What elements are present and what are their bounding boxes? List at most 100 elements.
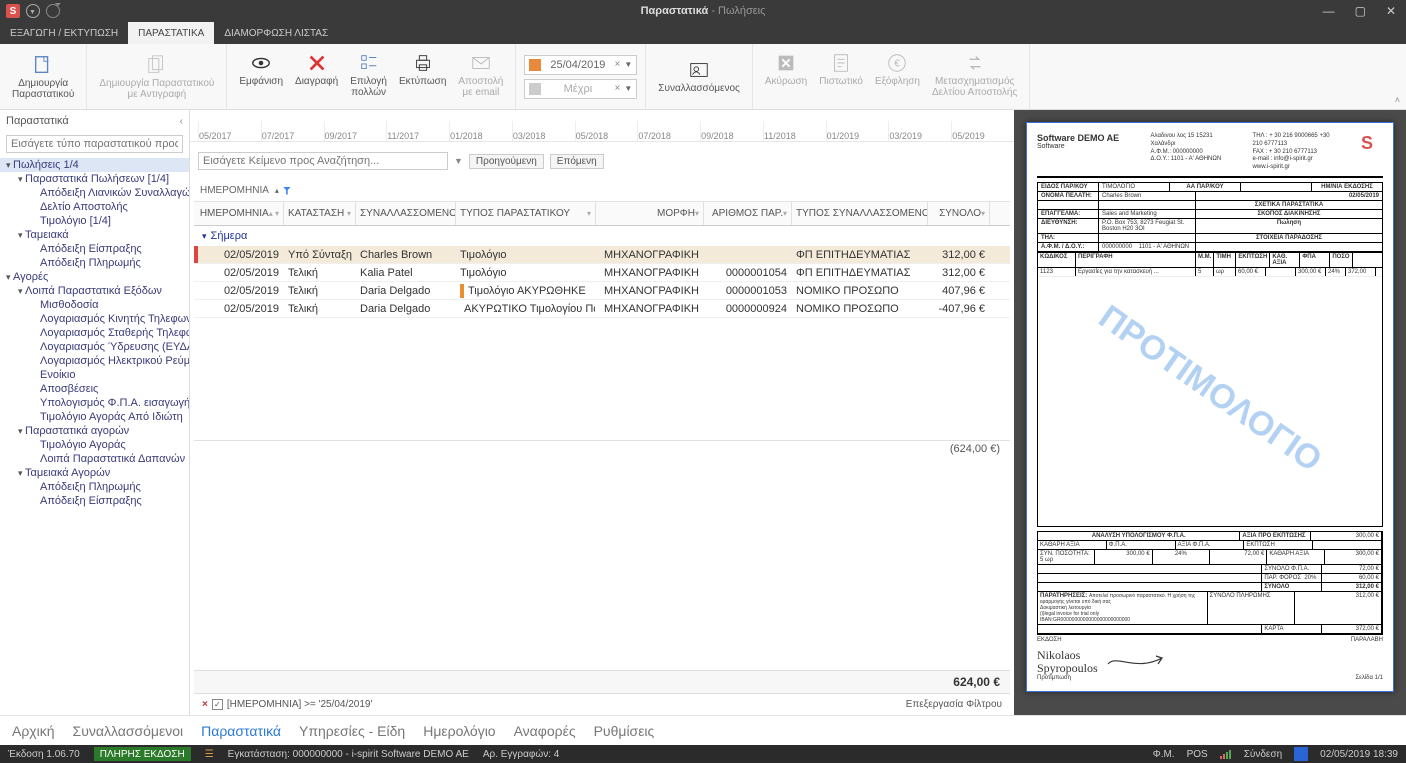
calendar-icon (529, 59, 541, 71)
table-row[interactable]: 02/05/2019ΤελικήDaria DelgadoΤιμολόγιο Α… (194, 282, 1010, 300)
language-icon[interactable] (26, 4, 40, 18)
print-button[interactable]: Εκτύπωση (395, 50, 450, 89)
tree-leaf[interactable]: Λογαριασμός Σταθερής Τηλεφωνίας (0, 326, 189, 340)
col-date[interactable]: ΗΜΕΡΟΜΗΝΙΑ▴ ▾ (198, 202, 284, 225)
person-card-icon (688, 59, 710, 81)
table-row[interactable]: 02/05/2019ΤελικήDaria DelgadoΑΚΥΡΩΤΙΚΟ Τ… (194, 300, 1010, 318)
date-to-input[interactable]: Μέχρι×▼ (524, 79, 637, 99)
tree-leaf[interactable]: Τιμολόγιο Αγοράς Από Ιδιώτη (0, 410, 189, 424)
tree-node-purch-cash[interactable]: Ταμειακά Αγορών (0, 466, 189, 480)
tree-node-sales[interactable]: Πωλήσεις 1/4 (0, 158, 189, 172)
col-party[interactable]: ΣΥΝΑΛΛΑΣΣΟΜΕΝΟΣ▾ (356, 202, 456, 225)
notification-icon[interactable] (1294, 747, 1308, 761)
fm-label[interactable]: Φ.Μ. (1153, 749, 1175, 760)
cancel-button[interactable]: Ακύρωση (761, 50, 811, 89)
tree-leaf[interactable]: Αποσβέσεις (0, 382, 189, 396)
email-icon (470, 52, 492, 74)
nav-parties[interactable]: Συναλλασσόμενοι (73, 723, 184, 739)
edit-filter-link[interactable]: Επεξεργασία Φίλτρου (906, 699, 1002, 710)
tree-leaf-invoice[interactable]: Τιμολόγιο [1/4] (0, 214, 189, 228)
tree-leaf-retail[interactable]: Απόδειξη Λιανικών Συναλλαγών (0, 186, 189, 200)
table-row[interactable]: 02/05/2019ΤελικήKalia PatelΤιμολόγιοΜΗΧΑ… (194, 264, 1010, 282)
tree-leaf[interactable]: Ενοίκιο (0, 368, 189, 382)
nav-settings[interactable]: Ρυθμίσεις (594, 723, 655, 739)
tree-leaf-dispatch[interactable]: Δελτίο Αποστολής (0, 200, 189, 214)
watermark: ΠΡΟΤΙΜΟΛΟΓΙΟ (1091, 298, 1328, 480)
tree-node-sales-docs[interactable]: Παραστατικά Πωλήσεων [1/4] (0, 172, 189, 186)
connection-label[interactable]: Σύνδεση (1244, 749, 1282, 760)
clear-date-icon[interactable]: × (615, 59, 621, 70)
ribbon-expand-icon[interactable]: ˄ (1395, 95, 1400, 105)
tree-leaf-payment[interactable]: Απόδειξη Πληρωμής (0, 256, 189, 270)
x-box-icon (775, 52, 797, 74)
filter-checkbox[interactable]: ✓ (212, 699, 223, 710)
grid-header: ΗΜΕΡΟΜΗΝΙΑ▴ ▾ ΚΑΤΑΣΤΑΣΗ▾ ΣΥΝΑΛΛΑΣΣΟΜΕΝΟΣ… (194, 202, 1010, 226)
datetime-label: 02/05/2019 18:39 (1320, 749, 1398, 760)
nav-services[interactable]: Υπηρεσίες - Είδη (299, 723, 405, 739)
tree-leaf[interactable]: Απόδειξη Πληρωμής (0, 480, 189, 494)
table-row[interactable]: 02/05/2019Υπό ΣύνταξηCharles BrownΤιμολό… (194, 246, 1010, 264)
tree-leaf[interactable]: Τιμολόγιο Αγοράς (0, 438, 189, 452)
install-label: Εγκατάσταση: 000000000 - i-spirit Softwa… (228, 749, 469, 760)
burger-icon[interactable]: ☰ (205, 749, 214, 760)
credit-button[interactable]: Πιστωτικό (815, 50, 867, 89)
tree-node-expenses[interactable]: Λοιπά Παραστατικά Εξόδων (0, 284, 189, 298)
tree-leaf[interactable]: Υπολογισμός Φ.Π.Α. εισαγωγής (0, 396, 189, 410)
email-button[interactable]: Αποστολή με email (454, 50, 507, 100)
col-status[interactable]: ΚΑΤΑΣΤΑΣΗ▾ (284, 202, 356, 225)
svg-text:€: € (895, 59, 901, 70)
tab-documents[interactable]: ΠΑΡΑΣΤΑΤΙΚΑ (128, 22, 214, 44)
nav-calendar[interactable]: Ημερολόγιο (423, 723, 495, 739)
nav-home[interactable]: Αρχική (12, 723, 55, 739)
tree-leaf[interactable]: Απόδειξη Είσπραξης (0, 494, 189, 508)
tree-leaf[interactable]: Μισθοδοσία (0, 298, 189, 312)
col-num[interactable]: ΑΡΙΘΜΟΣ ΠΑΡ.▾ (704, 202, 792, 225)
document-copy-icon (146, 54, 168, 76)
filter-bar: × ✓ [ΗΜΕΡΟΜΗΝΙΑ] >= '25/04/2019' Επεξεργ… (194, 693, 1010, 715)
transform-button[interactable]: Μετασχηματισμός Δελτίου Αποστολής (928, 50, 1021, 100)
tree-leaf-receipt[interactable]: Απόδειξη Είσπραξης (0, 242, 189, 256)
close-button[interactable]: ✕ (1382, 4, 1400, 18)
multi-select-button[interactable]: Επιλογή πολλών (346, 50, 391, 100)
group-panel[interactable]: ΗΜΕΡΟΜΗΝΙΑ (194, 180, 1010, 202)
delete-button[interactable]: Διαγραφή (291, 50, 342, 89)
next-button[interactable]: Επόμενη (550, 154, 604, 169)
invoice-logo-icon: S (1361, 133, 1383, 155)
col-ptype[interactable]: ΤΥΠΟΣ ΣΥΝΑΛΛΑΣΣΟΜΕΝΟΥ▾ (792, 202, 928, 225)
create-copy-button[interactable]: Δημιουργία Παραστατικού με Αντιγραφή (95, 52, 218, 102)
date-from-input[interactable]: 25/04/2019×▼ (524, 55, 637, 75)
sidebar-search-input[interactable] (6, 135, 183, 153)
pay-button[interactable]: € Εξόφληση (871, 50, 924, 89)
tree-node-purch-docs[interactable]: Παραστατικά αγορών (0, 424, 189, 438)
clear-filter-icon[interactable]: × (202, 699, 208, 710)
tab-list-config[interactable]: ΔΙΑΜΟΡΦΩΣΗ ΛΙΣΤΑΣ (214, 22, 338, 44)
create-doc-button[interactable]: Δημιουργία Παραστατικού (8, 52, 78, 102)
timeline[interactable]: 05/201707/201709/201711/201701/201803/20… (190, 110, 1014, 142)
tree-node-purchases[interactable]: Αγορές (0, 270, 189, 284)
maximize-button[interactable]: ▢ (1351, 4, 1370, 18)
sidebar-collapse-icon[interactable]: ‹ (180, 116, 183, 127)
party-filter-button[interactable]: Συναλλασσόμενος (654, 57, 744, 96)
arrows-icon (964, 52, 986, 74)
tree-leaf[interactable]: Λοιπά Παραστατικά Δαπανών (0, 452, 189, 466)
view-button[interactable]: Εμφάνιση (235, 50, 287, 89)
ribbon: Δημιουργία Παραστατικού Δημιουργία Παρασ… (0, 44, 1406, 110)
tree-node-cash[interactable]: Ταμειακά (0, 228, 189, 242)
col-doc[interactable]: ΤΥΠΟΣ ΠΑΡΑΣΤΑΤΙΚΟΥ▾ (456, 202, 596, 225)
tree-leaf[interactable]: Λογαριασμός Ηλεκτρικού Ρεύματος (0, 354, 189, 368)
nav-reports[interactable]: Αναφορές (514, 723, 576, 739)
grid-search-input[interactable] (198, 152, 448, 170)
pos-label[interactable]: POS (1187, 749, 1208, 760)
col-total[interactable]: ΣΥΝΟΛΟ▾ (928, 202, 990, 225)
col-form[interactable]: ΜΟΡΦΗ▾ (596, 202, 704, 225)
minimize-button[interactable]: — (1319, 4, 1339, 18)
signal-icon (1220, 749, 1232, 759)
nav-documents[interactable]: Παραστατικά (201, 723, 281, 739)
tab-export-print[interactable]: ΕΞΑΓΩΓΗ / ΕΚΤΥΠΩΣΗ (0, 22, 128, 44)
prev-button[interactable]: Προηγούμενη (469, 154, 544, 169)
clear-date-icon[interactable]: × (615, 83, 621, 94)
tree-leaf[interactable]: Λογαριασμός Κινητής Τηλεφωνίας (0, 312, 189, 326)
refresh-icon[interactable] (46, 4, 60, 18)
tree-leaf[interactable]: Λογαριασμός Ύδρευσης (ΕΥΔΑΠ κοκ) (0, 340, 189, 354)
statusbar: Έκδοση 1.06.70 ΠΛΗΡΗΣ ΕΚΔΟΣΗ ☰ Εγκατάστα… (0, 745, 1406, 763)
